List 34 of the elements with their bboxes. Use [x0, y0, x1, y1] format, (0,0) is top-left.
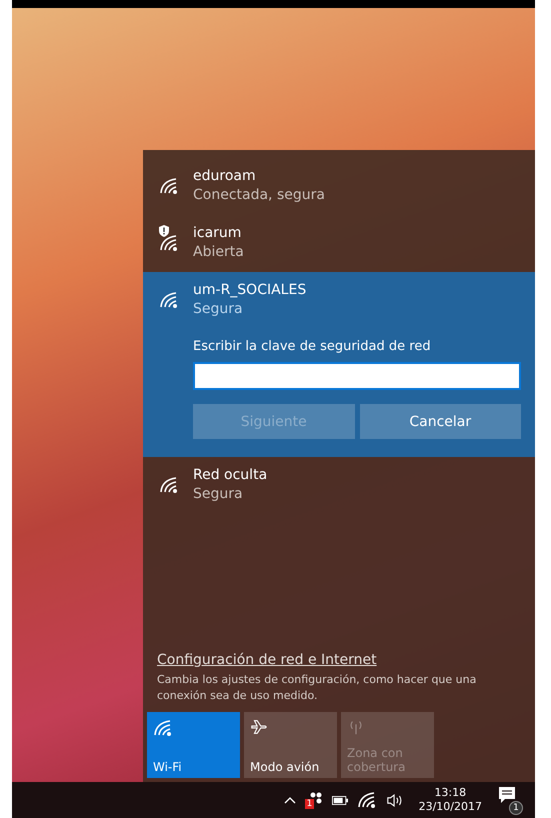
battery-icon[interactable]: [332, 796, 348, 804]
network-item[interactable]: Red oculta Segura: [143, 457, 535, 514]
wifi-signal-icon: [159, 233, 179, 253]
wifi-tray-icon: [356, 790, 377, 810]
speaker-icon[interactable]: [386, 792, 404, 808]
network-item[interactable]: icarum Abierta: [143, 215, 535, 272]
network-name: eduroam: [193, 168, 257, 184]
settings-link[interactable]: Configuración de red e Internet: [157, 652, 521, 668]
wifi-icon: [153, 718, 173, 738]
clock-date[interactable]: 23/10/2017: [418, 800, 482, 814]
network-status: Abierta: [193, 244, 245, 260]
password-prompt: Escribir la clave de seguridad de red: [193, 339, 432, 354]
network-status: Conectada, segura: [193, 187, 326, 203]
chevron-up-icon[interactable]: [284, 796, 296, 804]
network-name: Red oculta: [193, 467, 268, 483]
settings-description: Cambia los ajustes de configuración, como hacer que una conexión sea de uso medido.: [157, 672, 478, 704]
shield-warning-icon: [159, 225, 169, 237]
app-badge: 1: [304, 799, 314, 809]
airplane-icon: [250, 718, 268, 736]
network-item[interactable]: eduroam Conectada, segura: [143, 158, 535, 215]
quick-action-tile[interactable]: Wi-Fi: [147, 712, 240, 778]
network-name: icarum: [193, 225, 242, 241]
wifi-signal-icon: [159, 290, 179, 310]
quick-action-tile[interactable]: Modo avión: [244, 712, 337, 778]
network-status: Segura: [193, 486, 244, 502]
password-field[interactable]: [193, 362, 521, 390]
wifi-signal-icon: [159, 176, 179, 196]
network-name: um-R_SOCIALES: [193, 282, 308, 298]
network-status: Segura: [193, 301, 244, 317]
action-center-icon[interactable]: [497, 785, 517, 805]
clock-time[interactable]: 13:18: [434, 786, 466, 800]
cancel-button[interactable]: Cancelar: [360, 404, 521, 439]
notification-count: 1: [509, 801, 523, 815]
wifi-signal-icon: [159, 475, 179, 495]
